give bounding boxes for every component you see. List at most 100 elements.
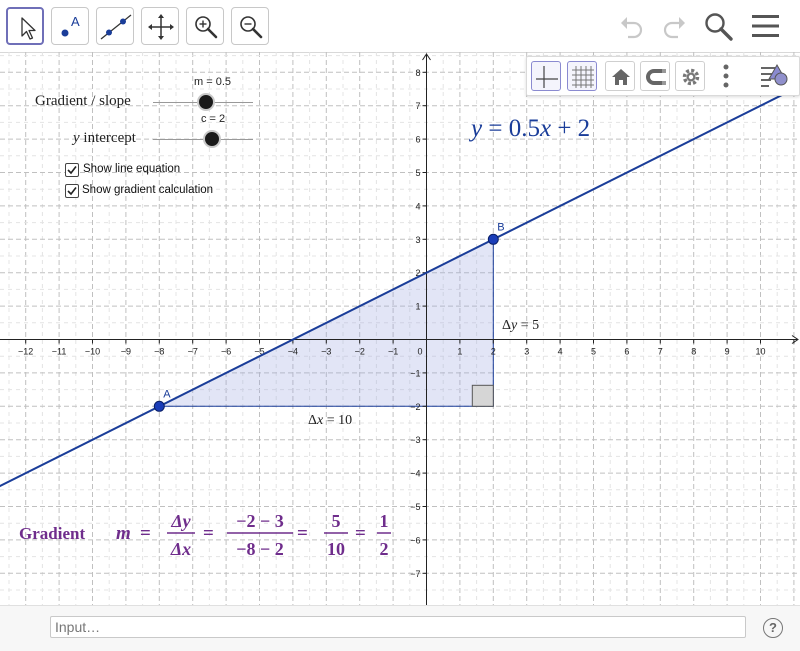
grid-icon <box>572 66 594 88</box>
toolbar: A <box>0 0 800 53</box>
y-tick-label: −5 <box>410 502 420 512</box>
line-equation: y = 0.5x + 2 <box>468 115 590 142</box>
show-line-equation-label: Show line equation <box>83 163 181 175</box>
x-tick-label: 6 <box>624 347 629 357</box>
y-tick-label: 5 <box>415 168 420 178</box>
zoom-out-button[interactable] <box>231 7 269 45</box>
gradient-calculation-label: Gradient <box>19 524 85 543</box>
graphics-settings-button[interactable] <box>675 61 705 91</box>
input-field[interactable] <box>50 616 746 638</box>
x-tick-label: −8 <box>154 347 164 357</box>
toggle-style-bar-icon[interactable] <box>757 62 797 90</box>
graphics-view[interactable]: −12 −11 −10 −9 −8 −7 −6 −5 −4 −3 −2 −1 0 1 2 3 4 5 6 7 8 9 10 8… <box>0 52 800 605</box>
help-button[interactable]: ? <box>763 618 783 638</box>
point-icon: A <box>61 14 80 37</box>
x-tick-label: −7 <box>188 347 198 357</box>
delta-symbol: Δ <box>308 413 317 428</box>
x-tick-label: −6 <box>221 347 231 357</box>
arrow-pointer-icon <box>21 17 36 40</box>
point-capturing-button[interactable] <box>640 61 670 91</box>
y-tick-label: 7 <box>415 101 420 111</box>
x-tick-label: −4 <box>288 347 298 357</box>
intercept-slider-value: c = 2 <box>201 113 226 125</box>
show-grid-button[interactable] <box>567 61 597 91</box>
intercept-label-rest: intercept <box>79 130 136 146</box>
show-axes-button[interactable] <box>531 61 561 91</box>
checkmark-icon <box>67 166 77 175</box>
x-tick-label: 4 <box>558 347 563 357</box>
gradient-slider-knob[interactable] <box>197 93 215 111</box>
x-tick-label: 0 <box>417 347 422 357</box>
y-tick-label: −4 <box>410 469 420 479</box>
undo-icon[interactable] <box>618 12 652 40</box>
intercept-label-italic: y <box>73 130 80 146</box>
fraction-delta-denominator: Δx <box>170 539 191 559</box>
fraction-5-10-numerator: 5 <box>332 511 341 531</box>
zoom-out-icon <box>240 16 263 39</box>
delta-value: = 5 <box>517 318 539 333</box>
more-icon[interactable] <box>721 63 731 89</box>
gradient-slider-value: m = 0.5 <box>194 76 231 88</box>
right-angle-marker <box>471 384 494 407</box>
point-label-b: B <box>497 221 504 233</box>
y-tick-label: −7 <box>410 569 420 579</box>
y-tick-label: −3 <box>410 435 420 445</box>
y-tick-label: 1 <box>415 302 420 312</box>
gradient-m: m <box>116 523 131 544</box>
x-tick-label: 3 <box>524 347 529 357</box>
move-graphics-view-icon <box>148 14 174 40</box>
axes-icon <box>536 66 558 88</box>
fraction-5-10-denominator: 10 <box>327 539 345 559</box>
home-icon <box>612 69 630 85</box>
line-through-two-points-icon <box>100 14 132 40</box>
move-graphics-view-button[interactable] <box>141 7 179 45</box>
x-tick-label: −2 <box>355 347 365 357</box>
equation-x: x <box>539 115 551 142</box>
y-tick-label: 8 <box>415 68 420 78</box>
search-icon[interactable] <box>702 10 736 42</box>
delta-y-label: Δy = 5 <box>502 318 539 333</box>
delta-x-label: Δx = 10 <box>308 413 352 428</box>
gradient-equals: = <box>355 523 366 544</box>
x-tick-label: −9 <box>121 347 131 357</box>
x-tick-label: 9 <box>725 347 730 357</box>
zoom-in-icon <box>195 16 218 39</box>
point-tool-button[interactable]: A <box>51 7 89 45</box>
x-tick-label: 2 <box>491 347 496 357</box>
gradient-equals: = <box>140 523 151 544</box>
x-tick-label: 7 <box>658 347 663 357</box>
delta-value: = 10 <box>323 413 352 428</box>
y-tick-label: −6 <box>410 535 420 545</box>
magnet-icon <box>646 69 666 85</box>
delta-symbol: Δ <box>502 318 511 333</box>
x-tick-label: −3 <box>321 347 331 357</box>
point-a[interactable] <box>153 400 165 412</box>
equation-constant: + 2 <box>551 115 590 142</box>
standard-view-button[interactable] <box>605 61 635 91</box>
x-tick-label: 10 <box>755 347 765 357</box>
equation-coefficient: = 0.5 <box>482 115 540 142</box>
point-b[interactable] <box>487 233 499 245</box>
redo-icon[interactable] <box>654 12 688 40</box>
line-tool-button[interactable] <box>96 7 134 45</box>
zoom-in-button[interactable] <box>186 7 224 45</box>
x-tick-label: 5 <box>591 347 596 357</box>
point-letter: A <box>71 14 80 29</box>
fraction-values-numerator: −2 − 3 <box>236 511 284 531</box>
show-line-equation-checkbox[interactable] <box>65 163 79 177</box>
intercept-slider-knob[interactable] <box>203 130 221 148</box>
menu-icon[interactable] <box>750 12 782 40</box>
move-tool-button[interactable] <box>6 7 44 45</box>
y-tick-label: 6 <box>415 135 420 145</box>
x-tick-label: 8 <box>691 347 696 357</box>
gradient-slider-label: Gradient / slope <box>35 93 131 109</box>
x-tick-label: −12 <box>18 347 33 357</box>
x-tick-label: −1 <box>388 347 398 357</box>
gradient-equals: = <box>297 523 308 544</box>
gradient-equals: = <box>203 523 214 544</box>
intercept-slider-label: y intercept <box>73 130 136 147</box>
equation-y: y <box>468 115 483 142</box>
show-gradient-calculation-checkbox[interactable] <box>65 184 79 198</box>
point-label-a: A <box>163 388 171 400</box>
checkmark-icon <box>67 187 77 196</box>
